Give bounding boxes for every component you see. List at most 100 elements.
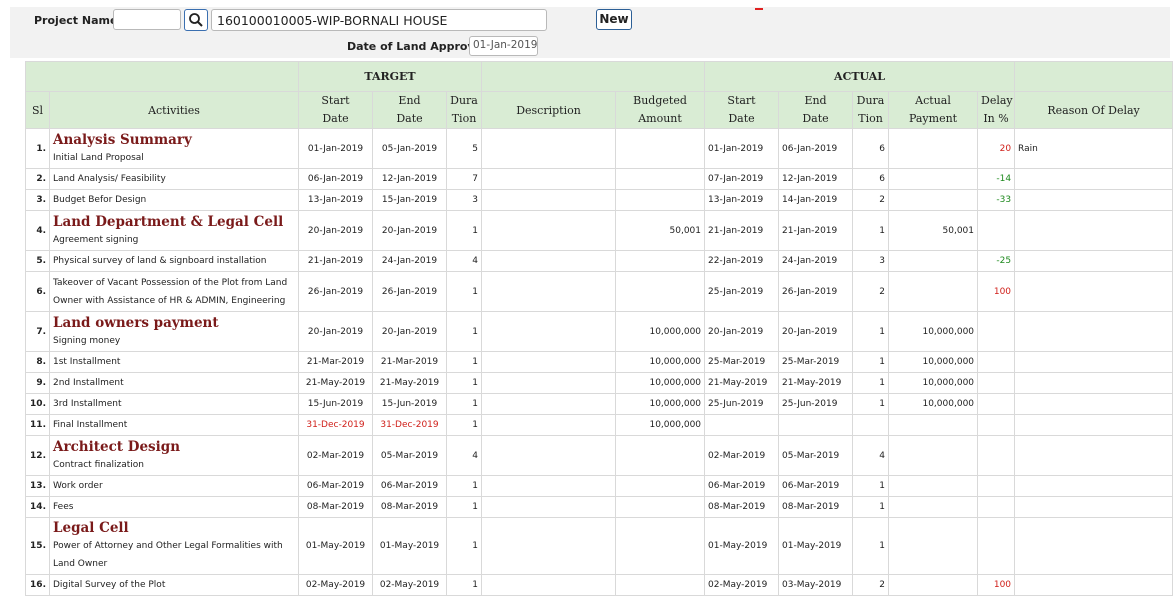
activity-name: Land Analysis/ Feasibility: [53, 174, 166, 184]
target-start-date: 06-Jan-2019: [298, 168, 373, 190]
row-activity: 1st Installment: [49, 351, 299, 373]
actual-duration: 1: [852, 475, 890, 497]
actual-start-date: [704, 414, 780, 436]
reason-of-delay: [1014, 372, 1174, 394]
row-activity: Architect Design Contract finalization: [49, 435, 299, 476]
target-end-date: 08-Mar-2019: [372, 496, 447, 518]
delay-percent: [977, 414, 1016, 436]
delay-percent: -14: [977, 168, 1016, 190]
col-actual-end: End Date: [778, 91, 854, 129]
actual-start-date: 07-Jan-2019: [704, 168, 780, 190]
table-row[interactable]: 13. Work order 06-Mar-2019 06-Mar-2019 1 06-M…: [25, 475, 1174, 497]
target-duration: 7: [445, 168, 483, 190]
table-row[interactable]: 4. Land Department & Legal Cell Agreement …: [25, 210, 1174, 251]
table-row[interactable]: 7. Land owners payment Signing money 20-Jan…: [25, 311, 1174, 352]
actual-end-date: 14-Jan-2019: [778, 189, 854, 211]
table-row[interactable]: 6. Takeover of Vacant Possession of the P…: [25, 271, 1174, 312]
target-duration: 1: [445, 393, 483, 415]
target-end-date: 15-Jun-2019: [372, 393, 447, 415]
target-start-date: 31-Dec-2019: [298, 414, 373, 436]
description: [481, 475, 617, 497]
row-activity: 3rd Installment: [49, 393, 299, 415]
new-button[interactable]: New: [596, 9, 632, 30]
table-row[interactable]: 1. Analysis Summary Initial Land Proposal 0…: [25, 128, 1174, 169]
activity-name: Agreement signing: [53, 234, 139, 245]
budgeted-amount: [615, 271, 706, 312]
col-budgeted-amount: Budgeted Amount: [615, 91, 706, 129]
actual-start-date: 21-May-2019: [704, 372, 780, 394]
actual-payment: [888, 574, 979, 596]
activity-name: Final Installment: [53, 420, 128, 430]
reason-of-delay: [1014, 574, 1174, 596]
actual-duration: 2: [852, 271, 890, 312]
project-search-button[interactable]: [184, 9, 208, 31]
table-row[interactable]: 15. Legal Cell Power of Attorney and Other…: [25, 517, 1174, 575]
table-row[interactable]: 9. 2nd Installment 21-May-2019 21-May-2019 1…: [25, 372, 1174, 394]
description: [481, 250, 617, 272]
table-row[interactable]: 14. Fees 08-Mar-2019 08-Mar-2019 1 08-Mar-201…: [25, 496, 1174, 518]
description: [481, 210, 617, 251]
delay-percent: [977, 351, 1016, 373]
description: [481, 414, 617, 436]
target-end-date: 20-Jan-2019: [372, 210, 447, 251]
col-reason-of-delay: Reason Of Delay: [1014, 91, 1174, 129]
target-start-date: 13-Jan-2019: [298, 189, 373, 211]
reason-of-delay: [1014, 210, 1174, 251]
table-row[interactable]: 10. 3rd Installment 15-Jun-2019 15-Jun-2019…: [25, 393, 1174, 415]
actual-duration: 1: [852, 351, 890, 373]
table-row[interactable]: 8. 1st Installment 21-Mar-2019 21-Mar-2019 1…: [25, 351, 1174, 373]
actual-start-date: 25-Jun-2019: [704, 393, 780, 415]
activity-name: Initial Land Proposal: [53, 152, 144, 163]
table-row[interactable]: 5. Physical survey of land & signboard in…: [25, 250, 1174, 272]
description: [481, 168, 617, 190]
target-duration: 4: [445, 435, 483, 476]
table-row[interactable]: 11. Final Installment 31-Dec-2019 31-Dec-20…: [25, 414, 1174, 436]
target-start-date: 06-Mar-2019: [298, 475, 373, 497]
target-start-date: 01-May-2019: [298, 517, 373, 575]
table-row[interactable]: 12. Architect Design Contract finalization…: [25, 435, 1174, 476]
delay-percent: 100: [977, 574, 1016, 596]
row-serial: 3.: [25, 189, 50, 211]
reason-of-delay: Rain: [1014, 128, 1174, 169]
delay-percent: [977, 210, 1016, 251]
row-activity: Fees: [49, 496, 299, 518]
actual-end-date: 06-Mar-2019: [778, 475, 854, 497]
target-end-date: 31-Dec-2019: [372, 414, 447, 436]
land-approval-date-field[interactable]: 01-Jan-2019: [469, 36, 538, 56]
row-activity: Physical survey of land & signboard inst…: [49, 250, 299, 272]
table-row[interactable]: 16. Digital Survey of the Plot 02-May-2019…: [25, 574, 1174, 596]
target-duration: 1: [445, 311, 483, 352]
row-activity: Analysis Summary Initial Land Proposal: [49, 128, 299, 169]
budgeted-amount: [615, 475, 706, 497]
actual-end-date: 05-Mar-2019: [778, 435, 854, 476]
description: [481, 351, 617, 373]
activity-name: Physical survey of land & signboard inst…: [53, 256, 267, 266]
col-actual-start: Start Date: [704, 91, 780, 129]
project-code-input[interactable]: [113, 9, 181, 30]
description: [481, 393, 617, 415]
delay-percent: -33: [977, 189, 1016, 211]
target-duration: 1: [445, 574, 483, 596]
description: [481, 271, 617, 312]
actual-start-date: 21-Jan-2019: [704, 210, 780, 251]
actual-payment: [888, 475, 979, 497]
target-end-date: 21-Mar-2019: [372, 351, 447, 373]
actual-payment: [888, 271, 979, 312]
budgeted-amount: 10,000,000: [615, 414, 706, 436]
project-name-input[interactable]: 160100010005-WIP-BORNALI HOUSE: [211, 9, 547, 31]
col-actual-payment: Actual Payment: [888, 91, 979, 129]
row-activity: Land Department & Legal Cell Agreement si…: [49, 210, 299, 251]
table-row[interactable]: 3. Budget Befor Design 13-Jan-2019 15-Jan-2…: [25, 189, 1174, 211]
reason-of-delay: [1014, 475, 1174, 497]
section-title: Land owners payment: [53, 314, 219, 331]
activity-name: Contract finalization: [53, 459, 144, 470]
actual-payment: [888, 496, 979, 518]
activity-name: Digital Survey of the Plot: [53, 580, 166, 590]
target-end-date: 12-Jan-2019: [372, 168, 447, 190]
actual-end-date: 01-May-2019: [778, 517, 854, 575]
actual-duration: 1: [852, 517, 890, 575]
actual-end-date: 12-Jan-2019: [778, 168, 854, 190]
actual-payment: [888, 435, 979, 476]
table-row[interactable]: 2. Land Analysis/ Feasibility 06-Jan-2019 1…: [25, 168, 1174, 190]
target-end-date: 01-May-2019: [372, 517, 447, 575]
